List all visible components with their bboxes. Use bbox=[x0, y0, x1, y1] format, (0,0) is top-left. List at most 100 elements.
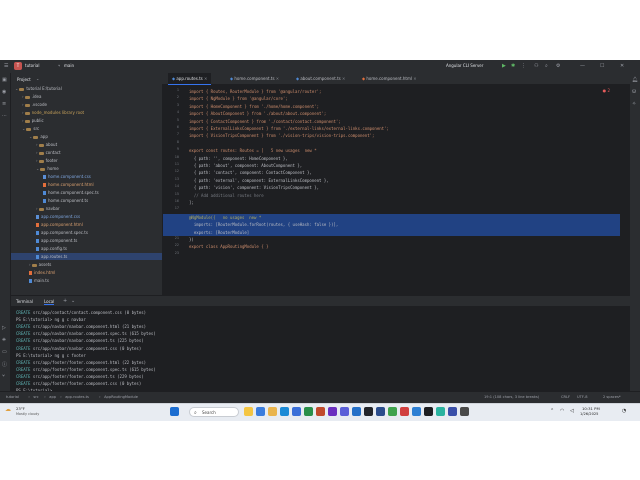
code-editor[interactable]: 1234567891011121314151617181920212223 im… bbox=[163, 85, 620, 295]
chrome-icon[interactable] bbox=[388, 407, 397, 416]
excel-icon[interactable] bbox=[304, 407, 313, 416]
chevron-right-icon[interactable]: › bbox=[36, 142, 38, 147]
problems-tool-icon[interactable]: ⓘ bbox=[2, 361, 7, 368]
structure-tool-icon[interactable]: ≡ bbox=[2, 101, 6, 107]
volume-icon[interactable]: ◁ bbox=[570, 408, 574, 414]
problems-indicator[interactable]: ● 2 bbox=[603, 88, 610, 93]
main-menu-icon[interactable]: ☰ bbox=[4, 63, 8, 69]
edge-icon[interactable] bbox=[280, 407, 289, 416]
tree-item[interactable]: app.component.spec.ts bbox=[11, 229, 162, 236]
wifi-icon[interactable]: ◠ bbox=[560, 408, 564, 414]
more-icon[interactable]: ⋮ bbox=[521, 63, 526, 69]
tree-item[interactable]: home.component.html bbox=[11, 181, 162, 188]
taskbar-search[interactable]: ⌕ Search bbox=[189, 407, 239, 417]
chevron-right-icon[interactable]: › bbox=[36, 206, 38, 211]
tree-item[interactable]: main.ts bbox=[11, 277, 162, 284]
clock-time[interactable]: 10:31 PM bbox=[582, 406, 600, 411]
maximize-icon[interactable]: ☐ bbox=[600, 63, 604, 69]
task-view-icon[interactable] bbox=[244, 407, 253, 416]
commit-tool-icon[interactable]: ◉ bbox=[2, 89, 6, 95]
chevron-down-icon[interactable]: ⌄ bbox=[36, 76, 39, 81]
weather-desc[interactable]: Mostly cloudy bbox=[16, 412, 39, 416]
teams-icon[interactable] bbox=[340, 407, 349, 416]
chevron-right-icon[interactable]: › bbox=[22, 110, 24, 115]
debug-icon[interactable]: ✱ bbox=[511, 63, 515, 69]
tree-item[interactable]: › .idea bbox=[11, 93, 162, 100]
code-line[interactable]: imports: [RouterModule.forRoot(routes, {… bbox=[163, 221, 620, 229]
notification-bell-icon[interactable]: ◔ bbox=[622, 408, 626, 414]
collaboration-icon[interactable]: ⚇ bbox=[534, 63, 538, 69]
chevron-down-icon[interactable]: ⌄ bbox=[15, 86, 18, 91]
chevron-down-icon[interactable]: ⌄ bbox=[71, 298, 75, 304]
more-tools-icon[interactable]: ⋯ bbox=[2, 113, 7, 119]
tab-1[interactable]: ◆ home.component.ts ✕ bbox=[226, 73, 283, 84]
code-line[interactable]: exports: [RouterModule] bbox=[163, 228, 620, 236]
run-icon[interactable]: ▶ bbox=[502, 63, 506, 69]
chevron-down-icon[interactable]: ⌄ bbox=[22, 126, 25, 131]
tab-3[interactable]: ◆ home.component.html ✕ bbox=[358, 73, 421, 84]
app-icon-blue[interactable] bbox=[412, 407, 421, 416]
tree-item[interactable]: › navbar bbox=[11, 205, 162, 212]
code-line[interactable]: export class AppRoutingModule { } bbox=[189, 243, 268, 250]
code-line[interactable]: @NgModule({ no usages new * bbox=[163, 213, 620, 222]
breadcrumb-item[interactable]: app bbox=[49, 395, 56, 399]
tab-2[interactable]: ◆ about.component.ts ✕ bbox=[292, 73, 349, 84]
code-line[interactable]: { path: 'vision', component: VisionTrips… bbox=[189, 184, 319, 191]
tree-item[interactable]: app.component.css bbox=[11, 213, 162, 220]
code-line[interactable]: import { ExternalLinksComponent } from '… bbox=[189, 125, 389, 132]
mail-icon[interactable] bbox=[256, 407, 265, 416]
code-line[interactable]: export const routes: Routes = [ 5 new us… bbox=[189, 147, 317, 154]
close-tab-icon[interactable]: ✕ bbox=[412, 76, 416, 81]
close-icon[interactable]: ✕ bbox=[620, 63, 624, 69]
project-panel-title[interactable]: Project bbox=[17, 77, 31, 82]
word-icon[interactable] bbox=[292, 407, 301, 416]
tab-0[interactable]: ◆ app.routes.ts ✕ bbox=[168, 73, 212, 85]
code-line[interactable]: }) bbox=[189, 236, 194, 243]
settings-icon[interactable]: ⚙ bbox=[556, 63, 560, 69]
breadcrumb-item[interactable]: AppRoutingModule bbox=[104, 395, 138, 399]
code-line[interactable]: ]; bbox=[189, 199, 194, 206]
tree-item[interactable]: app.config.ts bbox=[11, 245, 162, 252]
chevron-right-icon[interactable]: › bbox=[22, 94, 24, 99]
tree-item[interactable]: › about bbox=[11, 141, 162, 148]
terminal-panel[interactable]: Terminal Local + ⌄ CREATE src/app/contac… bbox=[11, 296, 630, 393]
visual-studio-icon[interactable] bbox=[328, 407, 337, 416]
tree-item[interactable]: ⌄ home bbox=[11, 165, 162, 172]
project-name-dropdown[interactable]: tutorial bbox=[25, 63, 39, 68]
windows-start-icon[interactable] bbox=[170, 407, 179, 416]
breadcrumb-item[interactable]: app.routes.ts bbox=[65, 395, 89, 399]
tree-item[interactable]: › .vscode bbox=[11, 101, 162, 108]
chevron-right-icon[interactable]: › bbox=[36, 150, 38, 155]
terminal-app-icon[interactable] bbox=[364, 407, 373, 416]
tree-item[interactable]: app.component.html bbox=[11, 221, 162, 228]
powerpoint-icon[interactable] bbox=[316, 407, 325, 416]
chevron-right-icon[interactable]: › bbox=[36, 158, 38, 163]
run-config-dropdown[interactable]: Angular CLI Server bbox=[446, 63, 483, 68]
breadcrumb-item[interactable]: src bbox=[33, 395, 38, 399]
app-icon-grey[interactable] bbox=[460, 407, 469, 416]
database-icon[interactable]: ⛁ bbox=[632, 89, 636, 95]
app-icon-teal[interactable] bbox=[436, 407, 445, 416]
line-separator[interactable]: CRLF bbox=[561, 395, 570, 399]
chevron-right-icon[interactable]: › bbox=[29, 262, 31, 267]
chevron-down-icon[interactable]: ⌄ bbox=[29, 134, 32, 139]
close-tab-icon[interactable]: ✕ bbox=[341, 76, 345, 81]
tree-item[interactable]: home.component.spec.ts bbox=[11, 189, 162, 196]
tray-chevron-icon[interactable]: ⌃ bbox=[550, 408, 554, 414]
run-tool-icon[interactable]: ▷ bbox=[2, 325, 6, 331]
tree-item[interactable]: › footer bbox=[11, 157, 162, 164]
weather-temp[interactable]: 23°F bbox=[16, 406, 25, 411]
file-encoding[interactable]: UTF-8 bbox=[577, 395, 587, 399]
clock-date[interactable]: 1/26/2025 bbox=[580, 412, 598, 416]
new-terminal-icon[interactable]: + bbox=[63, 298, 67, 304]
webstorm-icon[interactable] bbox=[424, 407, 433, 416]
branch-dropdown[interactable]: main bbox=[64, 63, 74, 68]
tree-item[interactable]: › node_modules library root bbox=[11, 109, 162, 116]
chevron-right-icon[interactable]: › bbox=[22, 118, 24, 123]
photoshop-icon[interactable] bbox=[376, 407, 385, 416]
tree-item[interactable]: › public bbox=[11, 117, 162, 124]
tree-item[interactable]: app.component.ts bbox=[11, 237, 162, 244]
terminal-tab[interactable]: Terminal bbox=[16, 299, 33, 304]
indent-setting[interactable]: 2 spaces* bbox=[603, 395, 621, 399]
project-tool-icon[interactable]: ▣ bbox=[2, 77, 7, 83]
